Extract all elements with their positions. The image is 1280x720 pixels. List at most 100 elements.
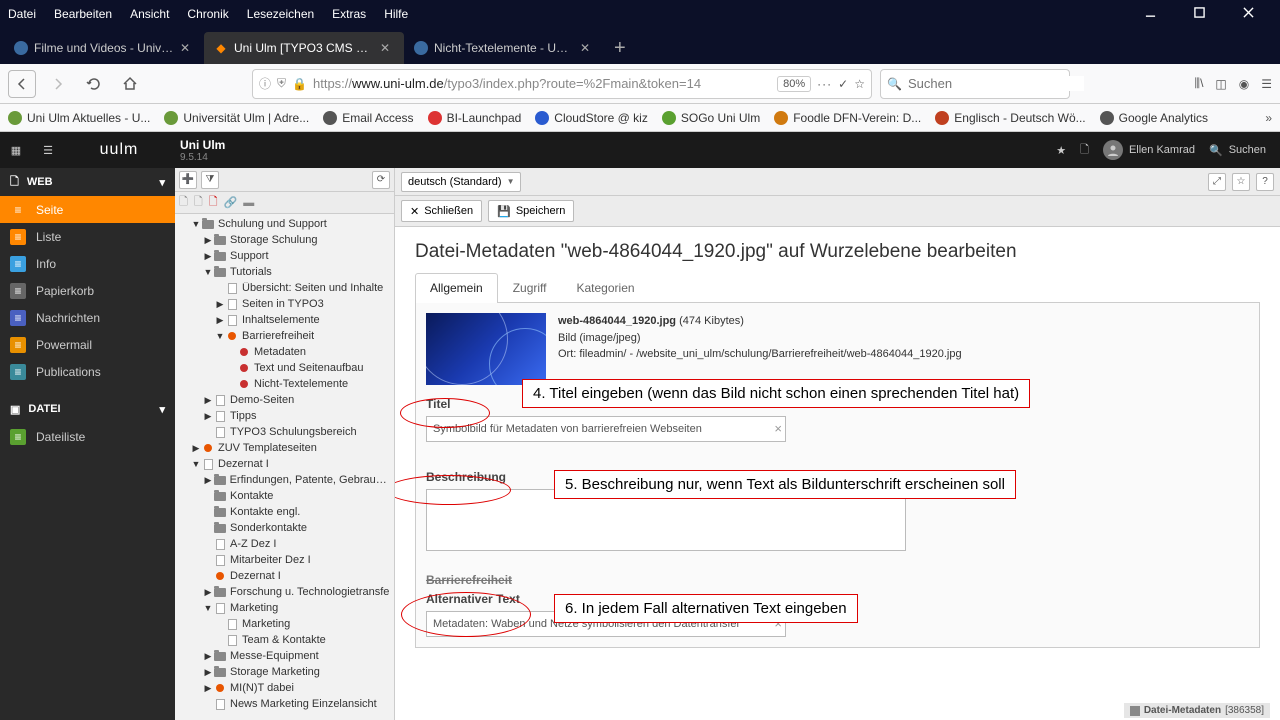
tab-zugriff[interactable]: Zugriff: [498, 273, 562, 302]
bookmark-item[interactable]: Email Access: [323, 111, 413, 125]
module-item[interactable]: ≡Liste: [0, 223, 175, 250]
bookmark-icon[interactable]: ☆: [1232, 173, 1250, 191]
search-input[interactable]: [908, 76, 1084, 91]
tree-caret[interactable]: ▶: [203, 251, 213, 262]
bookmark-item[interactable]: Google Analytics: [1100, 111, 1208, 125]
window-maximize-icon[interactable]: [1194, 7, 1205, 21]
tree-node[interactable]: Dezernat I: [175, 568, 394, 584]
titel-input[interactable]: [426, 416, 786, 442]
menu-help[interactable]: Hilfe: [384, 7, 408, 21]
filter-icon[interactable]: ⧩: [201, 171, 219, 189]
bookmark-item[interactable]: Englisch - Deutsch Wö...: [935, 111, 1085, 125]
module-item[interactable]: ≡Dateiliste: [0, 423, 175, 450]
module-item[interactable]: ≡Nachrichten: [0, 304, 175, 331]
tree-caret[interactable]: ▶: [203, 235, 213, 246]
bookmarks-overflow-icon[interactable]: »: [1265, 111, 1272, 125]
module-grid-icon[interactable]: ▦: [0, 132, 32, 168]
refresh-icon[interactable]: ⟳: [372, 171, 390, 189]
tree-node[interactable]: Kontakte engl.: [175, 504, 394, 520]
tab-close-icon[interactable]: ✕: [180, 41, 194, 55]
window-minimize-icon[interactable]: [1145, 7, 1156, 21]
tree-caret[interactable]: ▶: [191, 443, 201, 454]
tree-node[interactable]: Marketing: [175, 616, 394, 632]
tree-caret[interactable]: ▼: [191, 219, 201, 229]
user-menu[interactable]: Ellen Kamrad: [1103, 140, 1195, 160]
sidebar-icon[interactable]: ◫: [1215, 77, 1226, 91]
zoom-level[interactable]: 80%: [777, 76, 811, 92]
tree-node[interactable]: ▶Messe-Equipment: [175, 648, 394, 664]
shield2-icon[interactable]: ✓: [838, 77, 848, 91]
browser-tab[interactable]: Filme und Videos - Universität ✕: [4, 32, 204, 64]
save-button[interactable]: 💾 Speichern: [488, 200, 574, 222]
bookmark-item[interactable]: CloudStore @ kiz: [535, 111, 648, 125]
menu-file[interactable]: Datei: [8, 7, 36, 21]
tree-caret[interactable]: ▼: [203, 267, 213, 277]
tree-caret[interactable]: ▶: [203, 667, 213, 678]
doc-stop-icon[interactable]: 🗋: [209, 193, 218, 212]
browser-tab-active[interactable]: ◆ Uni Ulm [TYPO3 CMS 9.5.14] ✕: [204, 32, 404, 64]
reload-button[interactable]: [80, 70, 108, 98]
doc-plus-icon[interactable]: 🗋: [194, 193, 203, 212]
url-bar[interactable]: ⓘ ⛨ 🔒 https://www.uni-ulm.de/typo3/index…: [252, 69, 872, 99]
tab-kategorien[interactable]: Kategorien: [562, 273, 650, 302]
new-tab-button[interactable]: +: [604, 32, 636, 64]
section-file[interactable]: ▣ DATEI ▾: [0, 395, 175, 423]
tree-node[interactable]: Übersicht: Seiten und Inhalte: [175, 280, 394, 296]
tree-caret[interactable]: ▼: [215, 331, 225, 341]
account-icon[interactable]: ◉: [1239, 77, 1249, 91]
tree-node[interactable]: ▼Tutorials: [175, 264, 394, 280]
library-icon[interactable]: ⫼\: [1195, 76, 1204, 91]
bookmark-item[interactable]: BI-Launchpad: [428, 111, 522, 125]
tree-node[interactable]: ▼Barrierefreiheit: [175, 328, 394, 344]
bookmark-item[interactable]: Universität Ulm | Adre...: [164, 111, 309, 125]
tree-node[interactable]: News Marketing Einzelansicht: [175, 696, 394, 712]
search-bar[interactable]: 🔍: [880, 69, 1070, 99]
tree-node[interactable]: Nicht-Textelemente: [175, 376, 394, 392]
tree-node[interactable]: ▶ZUV Templateseiten: [175, 440, 394, 456]
module-item[interactable]: ≡Powermail: [0, 331, 175, 358]
folder-icon[interactable]: ▬: [243, 197, 254, 209]
tab-close-icon[interactable]: ✕: [580, 41, 594, 55]
tree-node[interactable]: ▶Storage Marketing: [175, 664, 394, 680]
module-item[interactable]: ≡Info: [0, 250, 175, 277]
tree-caret[interactable]: ▶: [215, 315, 225, 326]
module-list-icon[interactable]: ☰: [32, 132, 64, 168]
bookmark-item[interactable]: Uni Ulm Aktuelles - U...: [8, 111, 150, 125]
tree-node[interactable]: ▶Storage Schulung: [175, 232, 394, 248]
tree-node[interactable]: Mitarbeiter Dez I: [175, 552, 394, 568]
tree-caret[interactable]: ▶: [203, 475, 213, 486]
tree-node[interactable]: ▶Seiten in TYPO3: [175, 296, 394, 312]
module-item[interactable]: ≡Seite: [0, 196, 175, 223]
tree-caret[interactable]: ▶: [203, 587, 213, 598]
tree-node[interactable]: ▶Support: [175, 248, 394, 264]
doc-icon[interactable]: 🗋: [179, 193, 188, 212]
shield-icon[interactable]: ⛨: [277, 76, 286, 91]
tree-node[interactable]: A-Z Dez I: [175, 536, 394, 552]
tab-close-icon[interactable]: ✕: [380, 41, 394, 55]
menu-history[interactable]: Chronik: [187, 7, 228, 21]
tree-caret[interactable]: ▼: [191, 459, 201, 469]
bookmark-star-icon[interactable]: ★: [1056, 144, 1066, 157]
tree-caret[interactable]: ▼: [203, 603, 213, 613]
window-close-icon[interactable]: [1243, 7, 1254, 21]
cache-icon[interactable]: 🗋: [1080, 141, 1089, 160]
browser-tab[interactable]: Nicht-Textelemente - Universi ✕: [404, 32, 604, 64]
tree-caret[interactable]: ▶: [215, 299, 225, 310]
star-icon[interactable]: ☆: [854, 77, 865, 91]
tree-caret[interactable]: ▶: [203, 411, 213, 422]
clear-icon[interactable]: ×: [774, 421, 782, 436]
menu-extras[interactable]: Extras: [332, 7, 366, 21]
open-new-icon[interactable]: ⤢: [1208, 173, 1226, 191]
tree-node[interactable]: Metadaten: [175, 344, 394, 360]
tree-caret[interactable]: ▶: [203, 395, 213, 406]
tree-node[interactable]: Sonderkontakte: [175, 520, 394, 536]
tree-node[interactable]: ▶Erfindungen, Patente, Gebrauchs: [175, 472, 394, 488]
help-icon[interactable]: ?: [1256, 173, 1274, 191]
tree-node[interactable]: ▶Forschung u. Technologietransfe: [175, 584, 394, 600]
hamburger-icon[interactable]: ☰: [1261, 77, 1272, 91]
tree-node[interactable]: TYPO3 Schulungsbereich: [175, 424, 394, 440]
section-web[interactable]: 🗋 WEB ▾: [0, 168, 175, 196]
more-icon[interactable]: ···: [817, 77, 832, 91]
tree-node[interactable]: ▼Schulung und Support: [175, 216, 394, 232]
menu-bookmarks[interactable]: Lesezeichen: [247, 7, 314, 21]
